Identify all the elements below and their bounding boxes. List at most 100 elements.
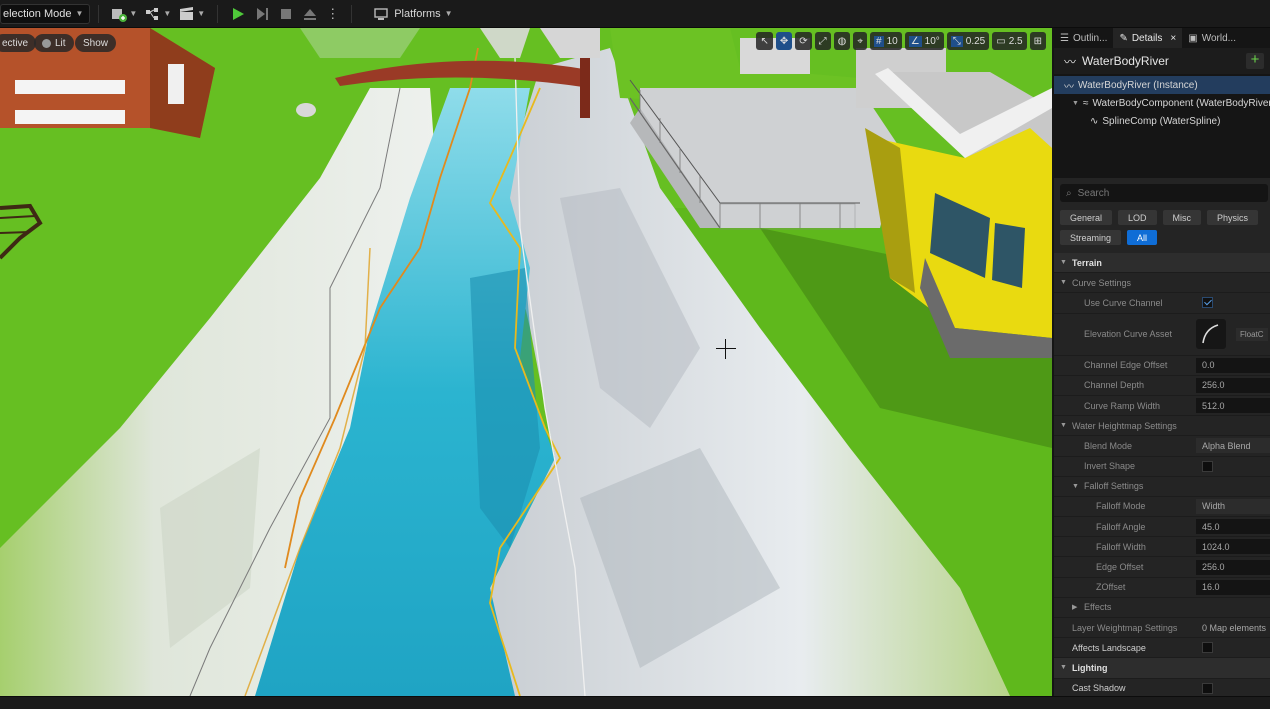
channel-edge-offset-input[interactable]: 0.0: [1196, 357, 1270, 373]
viewport-layout-button[interactable]: ⊞: [1029, 32, 1046, 50]
details-search-input[interactable]: ⌕ Search: [1060, 184, 1268, 202]
outliner-icon: ☰: [1060, 32, 1069, 44]
level-viewport[interactable]: ective Lit Show ↖ ✥ ⟳ ⤢ ◍ ⌖ # 10 ∠ 10° ⤡…: [0, 28, 1052, 696]
prop-label: Use Curve Channel: [1084, 297, 1163, 308]
lit-button[interactable]: Lit: [34, 34, 74, 52]
filter-streaming[interactable]: Streaming: [1060, 230, 1122, 245]
category-label: Lighting: [1072, 662, 1108, 673]
grid-snap-button[interactable]: # 10: [870, 32, 902, 50]
prop-elevation-curve-asset: Elevation Curve Asset FloatC: [1054, 314, 1270, 356]
close-icon[interactable]: ×: [1170, 33, 1176, 44]
falloff-mode-dropdown[interactable]: Width: [1196, 498, 1270, 514]
prop-label: Falloff Mode: [1096, 501, 1146, 512]
category-label: Curve Settings: [1072, 277, 1132, 288]
spline-icon: ∿: [1090, 115, 1099, 127]
perspective-button[interactable]: ective: [0, 34, 37, 52]
cursor-icon: ↖: [760, 35, 769, 47]
grid-snap-value: 10: [886, 35, 898, 47]
cast-shadow-checkbox[interactable]: [1202, 682, 1213, 694]
category-lighting[interactable]: ▼ Lighting: [1054, 658, 1270, 679]
prop-label: Layer Weightmap Settings: [1072, 622, 1178, 633]
viewport-transform-toolbar: ↖ ✥ ⟳ ⤢ ◍ ⌖ # 10 ∠ 10° ⤡ 0.25 ▭ 2.5 ⊞: [756, 32, 1046, 50]
prop-layer-weightmap: Layer Weightmap Settings 0 Map elements: [1054, 618, 1270, 639]
expand-arrow-icon: ▼: [1072, 482, 1079, 490]
platforms-dropdown[interactable]: Platforms ▼: [374, 7, 453, 21]
tab-outliner[interactable]: ☰ Outlin...: [1054, 28, 1113, 48]
scale-snap-button[interactable]: ⤡ 0.25: [946, 32, 990, 50]
scale-mode-button[interactable]: ⤢: [814, 32, 831, 50]
selection-mode-dropdown[interactable]: election Mode ▼: [0, 3, 91, 24]
expand-arrow-icon: ▼: [1060, 279, 1067, 287]
blend-mode-dropdown[interactable]: Alpha Blend: [1196, 438, 1270, 454]
category-falloff-settings[interactable]: ▼ Falloff Settings: [1054, 477, 1270, 497]
prop-blend-mode: Blend Mode Alpha Blend: [1054, 436, 1270, 457]
chevron-down-icon: ▼: [197, 9, 206, 18]
blueprint-button[interactable]: ▼: [141, 3, 175, 25]
filter-lod[interactable]: LOD: [1118, 210, 1157, 225]
tab-details[interactable]: ✎ Details ×: [1113, 28, 1183, 48]
show-button[interactable]: Show: [75, 34, 117, 52]
filter-general[interactable]: General: [1060, 210, 1113, 225]
prop-falloff-mode: Falloff Mode Width: [1054, 497, 1270, 518]
curve-thumbnail[interactable]: [1196, 319, 1226, 350]
tree-item-waterbody-component[interactable]: ▼ ≈ WaterBodyComponent (WaterBodyRiver: [1054, 94, 1270, 112]
category-water-heightmap[interactable]: ▼ Water Heightmap Settings: [1054, 416, 1270, 437]
tab-world-settings[interactable]: ▣ World...: [1182, 28, 1242, 48]
grid-icon: #: [874, 35, 884, 47]
affects-landscape-checkbox[interactable]: [1202, 642, 1213, 654]
surface-snap-button[interactable]: ⌖: [853, 32, 867, 50]
curve-asset-picker[interactable]: FloatC: [1236, 327, 1268, 341]
translate-mode-button[interactable]: ✥: [775, 32, 793, 50]
play-button[interactable]: [226, 3, 250, 25]
stop-button[interactable]: [274, 3, 298, 25]
filter-physics[interactable]: Physics: [1207, 210, 1259, 225]
curve-icon: [1202, 324, 1219, 344]
camera-speed-value: 2.5: [1008, 35, 1023, 47]
filter-misc[interactable]: Misc: [1162, 210, 1202, 225]
world-local-toggle[interactable]: ◍: [833, 32, 851, 50]
category-filters: General LOD Misc Physics Streaming All: [1054, 206, 1270, 249]
falloff-angle-input[interactable]: 45.0: [1196, 519, 1270, 535]
prop-use-curve-channel: Use Curve Channel: [1054, 293, 1270, 314]
prop-label: Invert Shape: [1084, 461, 1136, 472]
zoffset-input[interactable]: 16.0: [1196, 579, 1270, 595]
add-component-button[interactable]: +: [1246, 52, 1264, 69]
surface-snap-icon: ⌖: [857, 35, 863, 47]
select-mode-button[interactable]: ↖: [756, 32, 773, 50]
camera-icon: ▭: [996, 35, 1006, 47]
edge-offset-input[interactable]: 256.0: [1196, 559, 1270, 575]
expand-arrow-icon: ▼: [1060, 259, 1067, 267]
advance-frame-button[interactable]: [250, 3, 274, 25]
tree-item-instance[interactable]: 〰 WaterBodyRiver (Instance): [1054, 76, 1270, 94]
camera-speed-button[interactable]: ▭ 2.5: [992, 32, 1027, 50]
prop-falloff-width: Falloff Width 1024.0: [1054, 537, 1270, 558]
perspective-label: ective: [2, 37, 29, 49]
cinematics-button[interactable]: ▼: [175, 3, 209, 25]
curve-ramp-width-input[interactable]: 512.0: [1196, 398, 1270, 414]
expand-arrow-icon[interactable]: ▼: [1072, 100, 1079, 107]
layout-icon: ⊞: [1033, 35, 1042, 47]
use-curve-channel-checkbox[interactable]: [1202, 297, 1213, 309]
world-icon: ▣: [1188, 32, 1198, 44]
falloff-width-input[interactable]: 1024.0: [1196, 539, 1270, 555]
play-options-button[interactable]: ⋮: [322, 3, 343, 25]
prop-label: Curve Ramp Width: [1084, 400, 1161, 411]
panel-tab-bar: ☰ Outlin... ✎ Details × ▣ World...: [1054, 28, 1270, 48]
rotation-snap-button[interactable]: ∠ 10°: [904, 32, 944, 50]
add-content-button[interactable]: ▼: [107, 3, 141, 25]
category-effects[interactable]: ▶ Effects: [1054, 598, 1270, 618]
category-terrain[interactable]: ▼ Terrain: [1054, 253, 1270, 274]
chevron-down-icon: ▼: [163, 9, 172, 18]
scale-icon: ⤢: [818, 35, 827, 47]
rotate-mode-button[interactable]: ⟳: [795, 32, 812, 50]
category-curve-settings[interactable]: ▼ Curve Settings: [1054, 273, 1270, 294]
eject-button[interactable]: [298, 3, 322, 25]
invert-shape-checkbox[interactable]: [1202, 460, 1213, 472]
prop-label: Elevation Curve Asset: [1084, 329, 1173, 340]
tab-outliner-label: Outlin...: [1072, 32, 1108, 44]
tree-item-spline-comp[interactable]: ∿ SplineComp (WaterSpline): [1054, 112, 1270, 130]
filter-all[interactable]: All: [1127, 230, 1158, 245]
channel-depth-input[interactable]: 256.0: [1196, 377, 1270, 393]
expand-arrow-icon: ▼: [1060, 664, 1067, 672]
prop-edge-offset: Edge Offset 256.0: [1054, 557, 1270, 578]
